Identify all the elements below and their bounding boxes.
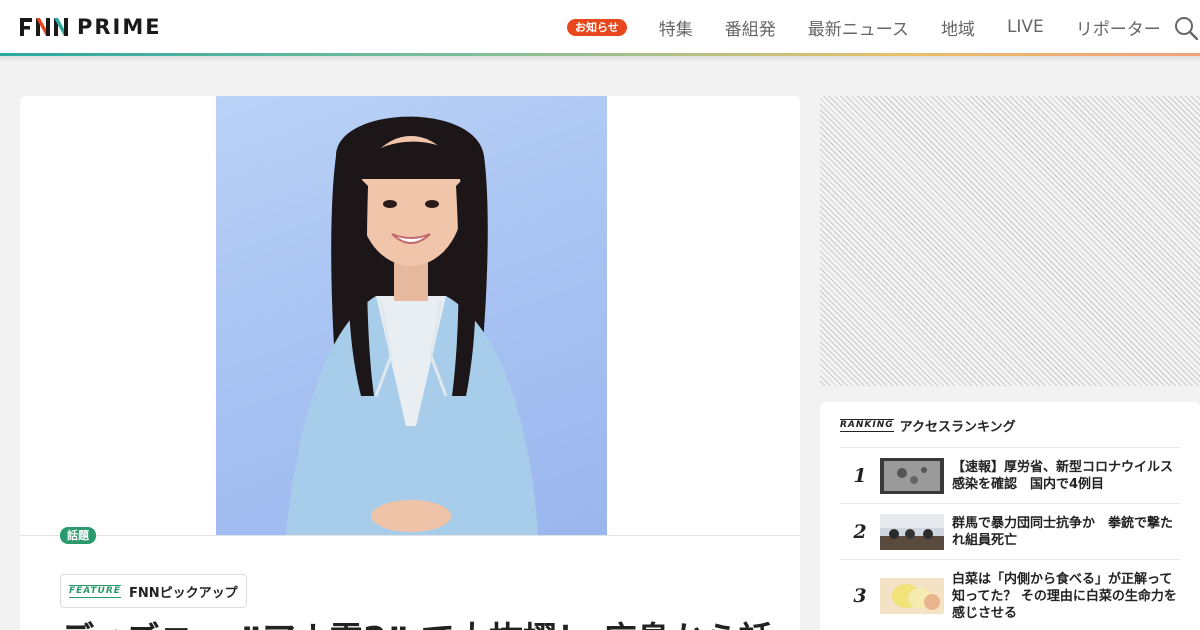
- ranking-thumbnail: [880, 458, 944, 494]
- ranking-thumbnail: [880, 578, 944, 614]
- nav-live[interactable]: LIVE: [1007, 17, 1044, 37]
- site-header: PRIME お知らせ 特集 番組発 最新ニュース 地域 LIVE リポーター: [0, 0, 1200, 54]
- nav-latest-news[interactable]: 最新ニュース: [808, 15, 909, 40]
- person-illustration: [286, 116, 538, 535]
- notice-badge[interactable]: お知らせ: [567, 18, 627, 36]
- rank-number: 1: [853, 465, 867, 487]
- article-photo[interactable]: [216, 96, 607, 535]
- nav-tokushu[interactable]: 特集: [659, 15, 693, 40]
- nav-bangumi[interactable]: 番組発: [725, 15, 776, 40]
- feature-label: FNNピックアップ: [128, 585, 238, 601]
- main-nav: お知らせ 特集 番組発 最新ニュース 地域 LIVE リポーター: [567, 0, 1193, 54]
- article-title[interactable]: ディズニー ”アナ雪2” で大抜擢！ 広島から話: [60, 620, 773, 630]
- fnn-prime-logo[interactable]: PRIME: [20, 16, 170, 38]
- ranking-mark: RANKING: [840, 419, 894, 432]
- ranking-header: RANKING アクセスランキング: [840, 416, 1016, 435]
- ranking-thumbnail: [880, 514, 944, 550]
- ranking-panel: RANKING アクセスランキング 1 【速報】厚労省、新型コロナウイルス感染を…: [820, 402, 1200, 630]
- ranking-item-3[interactable]: 3 白菜は「内側から食べる」が正解って知ってた？ その理由に白菜の生命力を感じさ…: [840, 560, 1180, 630]
- feature-badge[interactable]: FEATURE FNNピックアップ: [60, 574, 247, 608]
- article-card[interactable]: 話題 FEATURE FNNピックアップ ディズニー ”アナ雪2” で大抜擢！ …: [20, 96, 800, 630]
- ranking-title: アクセスランキング: [899, 420, 1016, 435]
- header-shadow: [0, 56, 1200, 62]
- category-tag[interactable]: 話題: [60, 527, 96, 544]
- ranking-text: 白菜は「内側から食べる」が正解って知ってた？ その理由に白菜の生命力を感じさせる: [952, 571, 1177, 621]
- search-icon[interactable]: [1174, 16, 1198, 40]
- rank-number: 2: [853, 521, 867, 543]
- nav-region[interactable]: 地域: [941, 15, 975, 40]
- ranking-item-1[interactable]: 1 【速報】厚労省、新型コロナウイルス感染を確認 国内で4例目: [840, 448, 1180, 504]
- ranking-text: 群馬で暴力団同士抗争か 拳銃で撃たれ組員死亡: [952, 516, 1174, 548]
- ad-placeholder: [820, 96, 1200, 386]
- ranking-item-2[interactable]: 2 群馬で暴力団同士抗争か 拳銃で撃たれ組員死亡: [840, 504, 1180, 560]
- rank-number: 3: [853, 585, 867, 607]
- logo-word: PRIME: [77, 15, 162, 39]
- ranking-text: 【速報】厚労省、新型コロナウイルス感染を確認 国内で4例目: [952, 460, 1174, 492]
- nav-reporter[interactable]: リポーター: [1076, 15, 1161, 40]
- feature-mark: FEATURE: [69, 584, 121, 598]
- photo-divider: [20, 535, 800, 536]
